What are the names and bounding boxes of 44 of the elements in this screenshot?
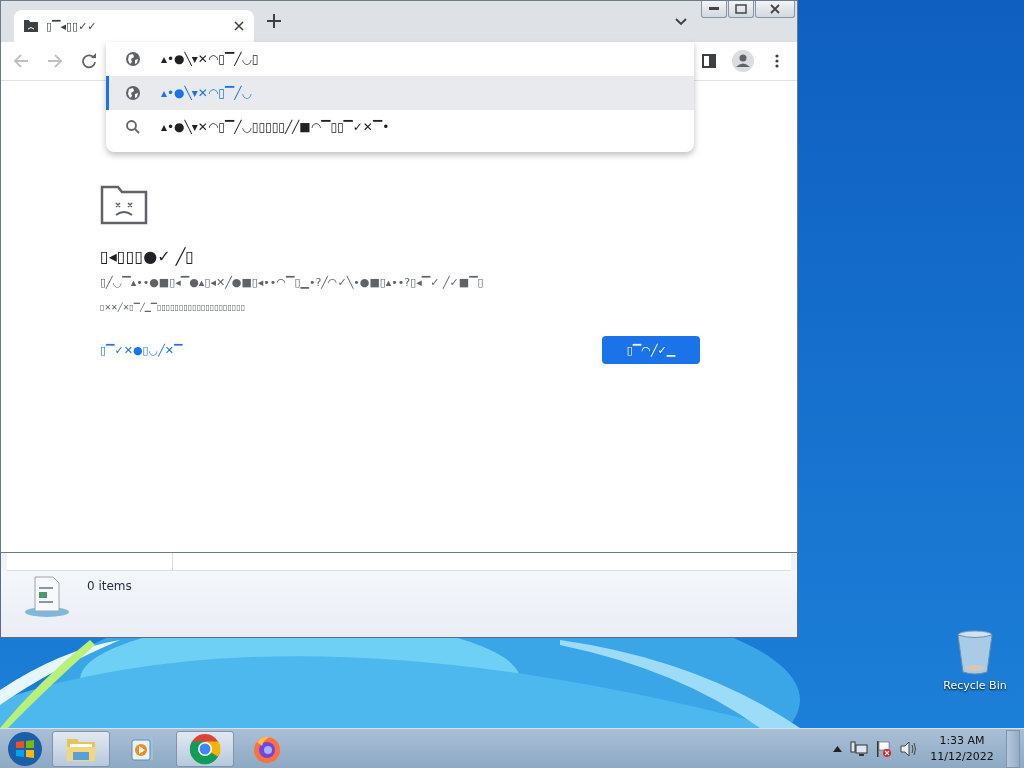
globe-icon: [125, 85, 141, 101]
flag-icon[interactable]: [876, 739, 892, 758]
globe-icon: [125, 51, 141, 67]
close-icon: [770, 4, 780, 14]
chevron-icon[interactable]: [675, 18, 687, 26]
close-icon[interactable]: [234, 21, 244, 31]
maximize-icon: [735, 4, 747, 14]
sad-folder-icon: [24, 20, 38, 32]
reload-icon[interactable]: [81, 53, 97, 69]
item-count: 0 items: [87, 579, 132, 593]
tab-title: ▯▔◂▯▯✓✓: [46, 19, 98, 33]
details-link[interactable]: ▯▔✓✕●▯◡╱✕▔: [100, 343, 183, 357]
suggestion-text: ▴•●╲▾✕◠▯▔╱◡: [161, 86, 252, 100]
profile-icon[interactable]: [732, 50, 754, 72]
menu-icon[interactable]: [775, 54, 779, 68]
reload-page-button[interactable]: ▯▔◠╱✓▁: [602, 336, 700, 364]
sad-folder-icon: [100, 185, 148, 225]
side-panel-icon[interactable]: [702, 54, 716, 68]
tray-arrow-icon[interactable]: [833, 745, 842, 752]
speaker-icon[interactable]: [900, 740, 918, 757]
taskbar-app[interactable]: [176, 730, 234, 767]
suggestion-text: ▴•●╲▾✕◠▯▔╱◡▯▯▯▯▯╱╱■◠▔▯▯▔✓✕▔•: [161, 120, 390, 134]
error-heading: ▯◂▯▯▯●✓ ╱▯: [100, 247, 196, 266]
network-icon[interactable]: [850, 740, 868, 757]
close-button[interactable]: [755, 1, 795, 18]
taskbar-app[interactable]: [52, 730, 110, 767]
maximize-button[interactable]: [728, 1, 754, 18]
suggestion-item[interactable]: ▴•●╲▾✕◠▯▔╱◡▯: [106, 42, 694, 76]
recycle-bin-icon[interactable]: [956, 630, 994, 676]
search-icon: [125, 119, 141, 135]
clock-date: 11/12/2022: [930, 748, 994, 765]
error-text: ▯╱◡▔▴••●■▯◂▔●▴▯◂✕╱●■▯◂••◠▔▯▁•?╱◠✓╲•●■▯▴••?▯◂▔✓ ╱✓■▔▯: [100, 276, 485, 289]
suggestion-text: ▴•●╲▾✕◠▯▔╱◡▯: [161, 52, 259, 66]
plus-icon[interactable]: [267, 13, 281, 28]
clock[interactable]: 1:33 AM 11/12/2022: [926, 732, 998, 765]
chrome-icon: [189, 732, 221, 765]
browser-tab[interactable]: ▯▔◂▯▯✓✓: [14, 10, 254, 42]
suggestion-item[interactable]: ▴•●╲▾✕◠▯▔╱◡▯▯▯▯▯╱╱■◠▔▯▯▔✓✕▔•: [106, 110, 694, 144]
suggestion-item[interactable]: ▴•●╲▾✕◠▯▔╱◡: [106, 76, 694, 110]
icon-label: Recycle Bin: [943, 679, 1007, 692]
minimize-icon: [709, 7, 719, 11]
error-text: ▯✕✕╱✕▯▔╱▁▔▯▯▯▯▯▯▯▯▯▯▯▯▯▯▯▯▯▯▯▯: [100, 303, 247, 312]
minimize-button[interactable]: [701, 1, 727, 18]
clock-time: 1:33 AM: [939, 732, 985, 749]
